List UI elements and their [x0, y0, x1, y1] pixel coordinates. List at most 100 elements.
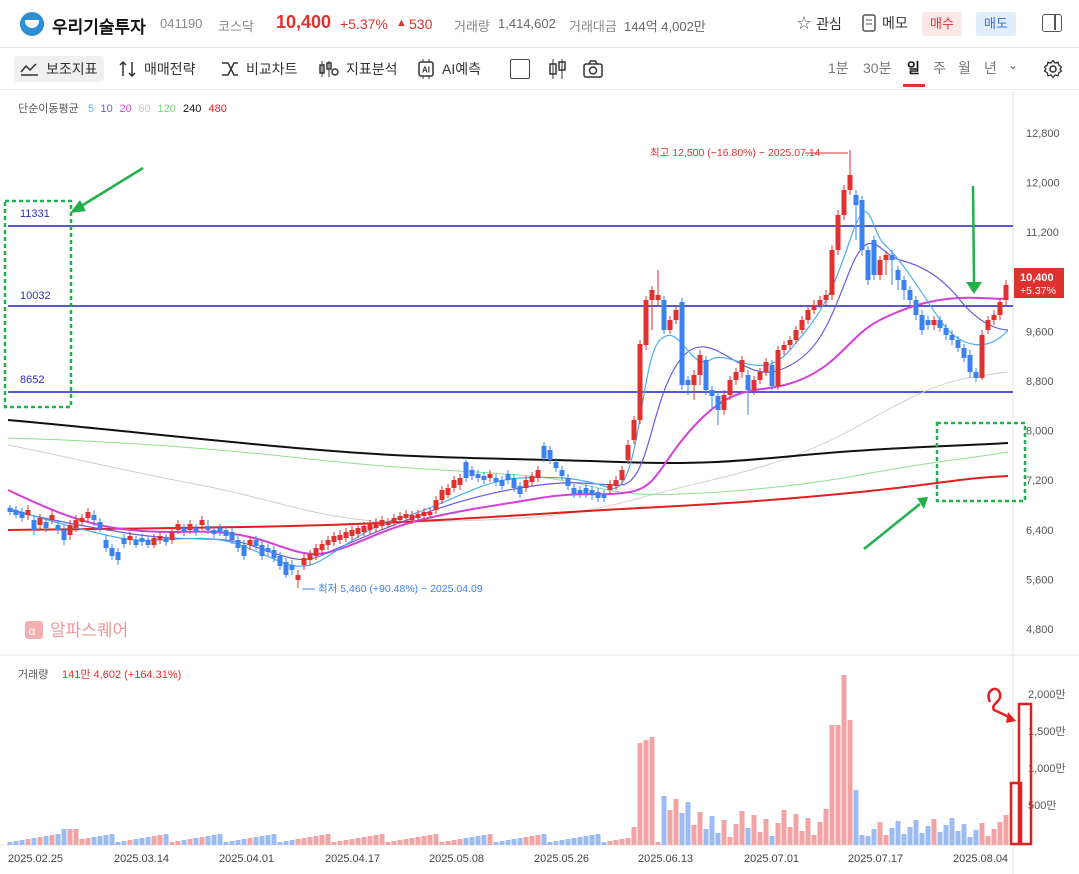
ma-legend-60[interactable]: 60	[139, 103, 151, 115]
period-year[interactable]: 년	[984, 58, 997, 78]
candle-body	[181, 528, 187, 532]
ma-legend-5[interactable]: 5	[88, 103, 94, 115]
volume-bar	[25, 839, 31, 845]
volume-bar	[865, 836, 871, 845]
strategy-icon	[119, 60, 136, 78]
volume-bar	[661, 796, 667, 845]
candle-body	[631, 420, 637, 440]
high-annotation: 최고 12,500 (−16.80%) − 2025.07.14	[650, 147, 821, 159]
ma-legend-10[interactable]: 10	[101, 103, 113, 115]
candle-body	[169, 532, 175, 540]
candle-body	[73, 520, 79, 528]
candle-body	[67, 525, 73, 535]
ma-legend: 5 10 20 60 120 240 480	[88, 103, 227, 115]
volume-bar	[487, 834, 493, 845]
candle-body	[781, 345, 787, 350]
candle-body	[115, 552, 121, 560]
candle-body	[61, 530, 67, 540]
chevron-down-icon[interactable]: ⌄	[1008, 58, 1018, 72]
sell-button[interactable]: 매도	[976, 12, 1016, 36]
period-week[interactable]: 주	[933, 58, 946, 78]
candle-body	[247, 540, 253, 545]
period-1min[interactable]: 1분	[828, 58, 849, 78]
ma-legend-20[interactable]: 20	[120, 103, 132, 115]
period-month[interactable]: 월	[958, 58, 971, 78]
candle-body	[283, 562, 289, 575]
ma-120-line	[7, 437, 1009, 495]
candle-body	[457, 478, 463, 485]
indicators-button[interactable]: 보조지표	[14, 56, 104, 82]
ma-legend-480[interactable]: 480	[209, 103, 227, 115]
hline-label-8652: 8652	[20, 374, 44, 386]
period-day[interactable]: 일	[907, 58, 920, 78]
memo-button[interactable]: 메모	[862, 13, 908, 33]
volume-bar	[691, 825, 697, 845]
stock-code: 041190	[160, 16, 203, 31]
price-chart[interactable]: 단순이동평균 5 10 20 60 120 240 480 12,800 12,000 11,2…	[0, 90, 1079, 874]
volume-bar	[877, 822, 883, 845]
volume-bar	[301, 838, 307, 845]
volume-bar	[949, 818, 955, 845]
candle-body	[547, 450, 553, 460]
settings-gear-icon[interactable]	[1043, 59, 1063, 79]
candle-body	[841, 190, 847, 215]
candle-type-icon[interactable]	[548, 58, 568, 80]
candle-body	[487, 474, 493, 478]
volume-bar	[649, 737, 655, 845]
watermark-text: 알파스퀘어	[50, 621, 128, 640]
stock-name[interactable]: 우리기술투자	[52, 13, 146, 38]
candle-body	[271, 550, 277, 558]
candle-body	[667, 320, 673, 330]
volume-bar	[319, 835, 325, 845]
volume-bar	[277, 842, 283, 845]
candle-body	[1003, 285, 1009, 300]
candle-body	[355, 528, 361, 534]
buy-button[interactable]: 매수	[922, 12, 962, 36]
volume-bar	[709, 816, 715, 845]
y-tick-label: 5,600	[1026, 574, 1054, 586]
y-tick-label: 11,200	[1026, 227, 1059, 239]
volume-bar	[55, 834, 61, 845]
volume-bar	[49, 835, 55, 845]
candle-body	[475, 474, 481, 478]
candle-body	[973, 372, 979, 378]
volume-bar	[589, 835, 595, 845]
candle-body	[703, 360, 709, 390]
x-tick-label: 2025.03.14	[114, 853, 169, 865]
volume-bar	[985, 836, 991, 845]
green-arrow-down[interactable]	[966, 185, 982, 294]
ma-legend-240[interactable]: 240	[183, 103, 201, 115]
candle-body	[853, 195, 859, 205]
x-tick-label: 2025.07.01	[744, 853, 799, 865]
volume-bar	[517, 838, 523, 845]
ma-legend-120[interactable]: 120	[158, 103, 176, 115]
volume-tick-label: 2,000만	[1028, 688, 1066, 701]
strategy-button[interactable]: 매매전략	[118, 56, 196, 82]
watch-button[interactable]: ☆ 관심	[796, 13, 842, 34]
candle-body	[859, 200, 865, 250]
svg-text:AI: AI	[422, 66, 430, 75]
candle-body	[241, 545, 247, 556]
x-tick-label: 2025.05.26	[534, 853, 589, 865]
candle-body	[295, 575, 301, 580]
green-arrow-top-left[interactable]	[70, 166, 144, 213]
sidebar-toggle-icon[interactable]	[1042, 14, 1062, 32]
volume-bar	[139, 838, 145, 845]
volume-bar	[307, 837, 313, 845]
x-tick-label: 2025.06.13	[638, 853, 693, 865]
green-arrow-bottom-right[interactable]	[863, 497, 928, 550]
analysis-button[interactable]: 지표분석	[318, 56, 398, 82]
camera-icon[interactable]	[582, 59, 604, 79]
period-30min[interactable]: 30분	[863, 58, 891, 78]
x-tick-label: 2025.04.01	[219, 853, 274, 865]
volume-tick-label: 500만	[1028, 799, 1056, 812]
green-dotted-box-right[interactable]	[935, 421, 1027, 503]
candle-body	[511, 478, 517, 488]
candle-body	[385, 522, 391, 525]
volume-bar	[259, 836, 265, 845]
volume-bar	[199, 837, 205, 845]
drawing-checkbox-icon[interactable]	[510, 59, 530, 79]
compare-button[interactable]: 비교차트	[220, 56, 298, 82]
red-scribble[interactable]	[987, 687, 1011, 720]
ai-predict-button[interactable]: AI AI예측	[416, 56, 481, 82]
